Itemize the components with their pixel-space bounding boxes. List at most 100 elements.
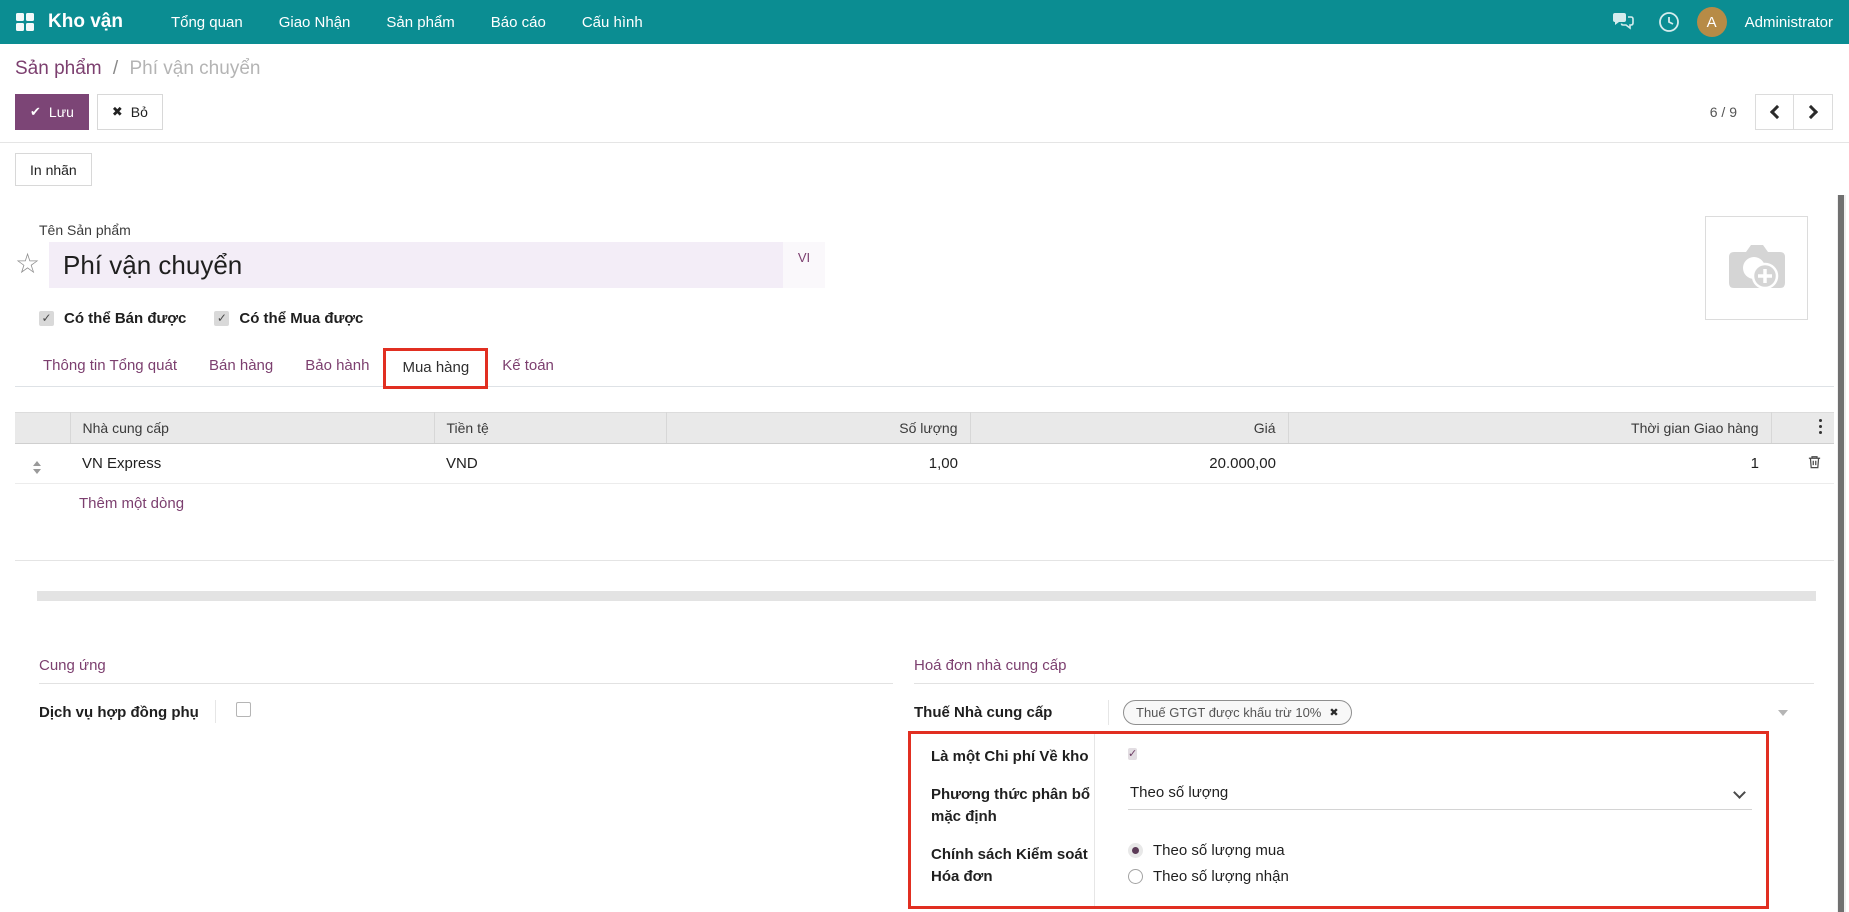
product-type-checkboxes: ✓ Có thể Bán được ✓ Có thể Mua được [39,310,1834,327]
control-policy-option-received[interactable]: Theo số lượng nhận [1128,868,1752,885]
form-columns: Cung ứng Dịch vụ hợp đồng phụ Hoá đơn nh… [15,657,1834,909]
quantity-cell[interactable]: 1,00 [666,444,970,484]
scrollbar-thumb[interactable] [1838,195,1844,912]
nav-item-tong-quan[interactable]: Tổng quan [157,2,257,43]
procurement-title: Cung ứng [39,657,893,684]
subcontract-service-label: Dịch vụ hợp đồng phụ [39,700,215,723]
vendor-tax-field[interactable]: Thuế GTGT được khấu trừ 10% ✖ [1108,700,1814,725]
camera-add-icon [1724,238,1790,298]
favorite-star-icon[interactable]: ☆ [15,242,39,288]
tab-warranty[interactable]: Bảo hành [289,349,385,386]
systray: A Administrator [1605,4,1833,40]
vertical-dots-icon [1819,419,1822,422]
can-be-sold-label: Có thể Bán được [64,310,186,327]
discard-button[interactable]: ✖ Bỏ [97,94,163,130]
product-image-upload[interactable] [1705,216,1808,320]
vertical-scrollbar[interactable] [1837,195,1846,912]
action-band: In nhãn [0,143,1849,198]
chevron-left-icon [1769,105,1783,119]
chevron-right-icon [1804,105,1818,119]
dropdown-caret-icon[interactable] [1778,710,1788,716]
checkbox-check-icon: ✓ [214,311,229,326]
chevron-down-icon [1733,786,1746,799]
split-method-select[interactable]: Theo số lượng [1128,782,1752,810]
currency-column-header[interactable]: Tiền tệ [434,413,666,444]
radio-selected-icon [1128,843,1143,858]
breadcrumb-separator: / [113,58,118,79]
radio-label: Theo số lượng mua [1153,842,1285,859]
table-row[interactable]: VN Express VND 1,00 20.000,00 1 [15,444,1834,484]
avatar[interactable]: A [1697,7,1727,37]
delivery-value: 1 [1751,455,1759,472]
checkbox-check-icon: ✓ [39,311,54,326]
product-name-row: ☆ VI [15,242,1834,288]
tab-accounting[interactable]: Kế toán [486,349,570,386]
vendor-bills-section: Hoá đơn nhà cung cấp Thuế Nhà cung cấp T… [914,657,1814,909]
activity-clock-icon[interactable] [1651,4,1687,40]
handle-column-header [15,413,70,444]
drag-handle-icon[interactable] [27,461,41,474]
can-be-purchased-label: Có thể Mua được [239,310,363,327]
price-cell[interactable]: 20.000,00 [970,444,1288,484]
tab-sales[interactable]: Bán hàng [193,349,289,386]
nav-item-cau-hinh[interactable]: Cấu hình [568,2,657,43]
vendor-column-header[interactable]: Nhà cung cấp [70,413,434,444]
top-navbar: Kho vận Tổng quan Giao Nhận Sản phẩm Báo… [0,0,1849,44]
pager [1755,94,1833,130]
annotation-highlight-box: Là một Chi phí Về kho ✓ Phương thức phân… [908,731,1769,909]
optional-columns-header[interactable] [1771,413,1834,444]
control-panel: Sản phẩm / Phí vận chuyển ✔ Lưu ✖ Bỏ 6 /… [0,44,1849,143]
notebook-tabs: Thông tin Tổng quát Bán hàng Bảo hành Mu… [15,349,1834,387]
tag-remove-icon[interactable]: ✖ [1329,706,1338,719]
control-policy-option-ordered[interactable]: Theo số lượng mua [1128,842,1752,859]
radio-label: Theo số lượng nhận [1153,868,1289,885]
app-name[interactable]: Kho vận [48,11,123,33]
print-label-button[interactable]: In nhãn [15,153,92,186]
subcontract-service-checkbox[interactable] [236,702,251,717]
translation-badge[interactable]: VI [783,242,825,288]
form-sheet: Tên Sản phẩm ☆ VI ✓ Có thể Bán được ✓ Có… [0,198,1849,909]
breadcrumb-parent[interactable]: Sản phẩm [15,58,102,79]
landed-cost-checkbox[interactable]: ✓ [1128,748,1137,760]
user-menu[interactable]: Administrator [1745,14,1833,31]
delivery-cell[interactable]: 1 [1288,444,1771,484]
nav-item-giao-nhan[interactable]: Giao Nhận [265,2,365,43]
apps-grid-icon[interactable] [16,13,34,31]
pager-next-button[interactable] [1794,94,1833,130]
save-button-label: Lưu [49,104,74,120]
vendor-tax-label: Thuế Nhà cung cấp [914,700,1108,725]
trash-icon[interactable] [1807,454,1822,470]
can-be-sold-checkbox[interactable]: ✓ Có thể Bán được [39,310,186,327]
screen: Kho vận Tổng quan Giao Nhận Sản phẩm Báo… [0,0,1849,912]
chat-icon[interactable] [1605,4,1641,40]
vendor-bills-title: Hoá đơn nhà cung cấp [914,657,1814,684]
currency-cell[interactable]: VND [434,444,666,484]
save-button[interactable]: ✔ Lưu [15,94,89,130]
product-name-label: Tên Sản phẩm [39,222,1834,238]
delivery-column-header[interactable]: Thời gian Giao hàng [1288,413,1771,444]
breadcrumb: Sản phẩm / Phí vận chuyển [15,58,1833,80]
radio-unselected-icon [1128,869,1143,884]
price-column-header[interactable]: Giá [970,413,1288,444]
control-policy-label: Chính sách Kiểm soát Hóa đơn [931,842,1114,894]
tax-tag[interactable]: Thuế GTGT được khấu trừ 10% ✖ [1123,700,1352,725]
tab-general-info[interactable]: Thông tin Tổng quát [27,349,193,386]
nav-menu: Tổng quan Giao Nhận Sản phẩm Báo cáo Cấu… [157,2,657,43]
quantity-column-header[interactable]: Số lượng [666,413,970,444]
tax-tag-label: Thuế GTGT được khấu trừ 10% [1136,705,1321,720]
horizontal-scrollbar[interactable] [37,591,1816,601]
pager-previous-button[interactable] [1755,94,1794,130]
can-be-purchased-checkbox[interactable]: ✓ Có thể Mua được [214,310,363,327]
table-header-row: Nhà cung cấp Tiền tệ Số lượng Giá Thời g… [15,413,1834,444]
pager-count: 6 / 9 [1710,104,1737,120]
breadcrumb-current: Phí vận chuyển [129,58,260,79]
product-name-input[interactable] [49,242,783,288]
discard-button-label: Bỏ [131,104,148,120]
procurement-section: Cung ứng Dịch vụ hợp đồng phụ [15,657,893,909]
tab-purchase[interactable]: Mua hàng [385,350,486,387]
nav-item-san-pham[interactable]: Sản phẩm [372,2,468,43]
add-line-link[interactable]: Thêm một dòng [15,484,1834,524]
vendor-pricelist-table: Nhà cung cấp Tiền tệ Số lượng Giá Thời g… [15,412,1834,561]
vendor-cell[interactable]: VN Express [70,444,434,484]
nav-item-bao-cao[interactable]: Báo cáo [477,2,560,43]
